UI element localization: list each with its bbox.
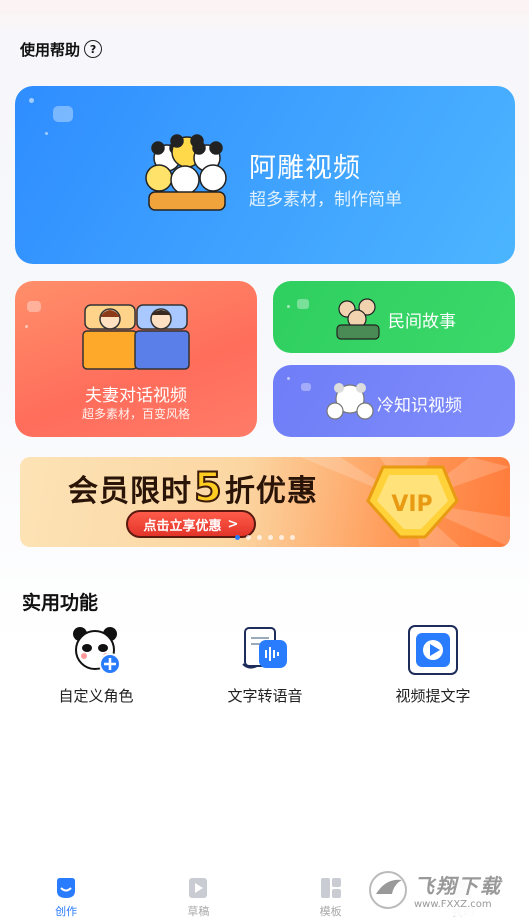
vip-promo-banner[interactable]: 会员限时5折优惠 点击立享优惠 > VIP: [20, 457, 510, 547]
svg-text:VIP: VIP: [391, 492, 432, 517]
tab-create[interactable]: 创作: [31, 868, 101, 919]
create-icon: [54, 876, 78, 900]
card-main-subtitle: 超多素材，制作简单: [249, 190, 402, 210]
tool-label: 文字转语音: [227, 687, 303, 705]
panda-group-icon: [145, 134, 227, 211]
card-couple-subtitle: 超多素材，百变风格: [81, 407, 190, 421]
pager-dot: [279, 535, 284, 540]
tab-template[interactable]: 模板: [296, 868, 366, 919]
question-circle-icon: ?: [84, 40, 103, 58]
text-to-speech-icon: [239, 624, 291, 676]
tab-label: 草稿: [187, 905, 210, 918]
banner-pager: [20, 535, 510, 543]
couple-in-bed-icon: [82, 304, 190, 370]
tool-label: 自定义角色: [58, 687, 134, 705]
banner-cta-button[interactable]: 点击立享优惠 >: [126, 510, 256, 538]
tab-label: 创作: [55, 905, 78, 918]
help-link[interactable]: 使用帮助 ?: [20, 38, 103, 60]
card-adiao-video[interactable]: 阿雕视频 超多素材，制作简单: [15, 86, 515, 264]
card-couple-title: 夫妻对话视频: [85, 386, 187, 406]
pager-dot: [268, 535, 273, 540]
tool-video-extract-text[interactable]: 视频提文字: [368, 624, 498, 705]
panda-meme-icon: [326, 383, 374, 420]
video-extract-text-icon: [407, 624, 459, 676]
watermark-url: www.FXXZ.com: [414, 899, 492, 910]
card-trivia-video[interactable]: 冷知识视频: [273, 365, 515, 437]
pager-dot: [235, 535, 240, 540]
watermark-logo: 飞翔下载 www.FXXZ.com: [362, 864, 520, 916]
pager-dot: [246, 535, 251, 540]
folk-characters-icon: [336, 298, 380, 340]
card-main-title: 阿雕视频: [249, 153, 361, 184]
watermark-bird-icon: [369, 871, 407, 909]
tab-label: 模板: [319, 905, 342, 918]
panda-add-icon: [70, 624, 122, 676]
banner-title: 会员限时5折优惠: [68, 464, 318, 512]
card-couple-dialogue[interactable]: 夫妻对话视频 超多素材，百变风格: [15, 281, 257, 437]
pager-dot: [257, 535, 262, 540]
pager-dot: [290, 535, 295, 540]
card-folk-story[interactable]: 民间故事: [273, 281, 515, 353]
vip-badge-icon: VIP: [366, 465, 459, 539]
tab-draft[interactable]: 草稿: [163, 868, 233, 919]
template-grid-icon: [319, 876, 343, 900]
draft-play-icon: [186, 876, 210, 900]
watermark-text: 飞翔下载: [414, 874, 502, 898]
tool-label: 视频提文字: [395, 687, 471, 705]
card-trivia-title: 冷知识视频: [377, 396, 462, 416]
card-folk-title: 民间故事: [388, 312, 456, 332]
section-title-tools: 实用功能: [22, 592, 99, 614]
tool-text-to-speech[interactable]: 文字转语音: [200, 624, 330, 705]
tool-custom-role[interactable]: 自定义角色: [31, 624, 161, 705]
help-label: 使用帮助: [20, 40, 81, 59]
